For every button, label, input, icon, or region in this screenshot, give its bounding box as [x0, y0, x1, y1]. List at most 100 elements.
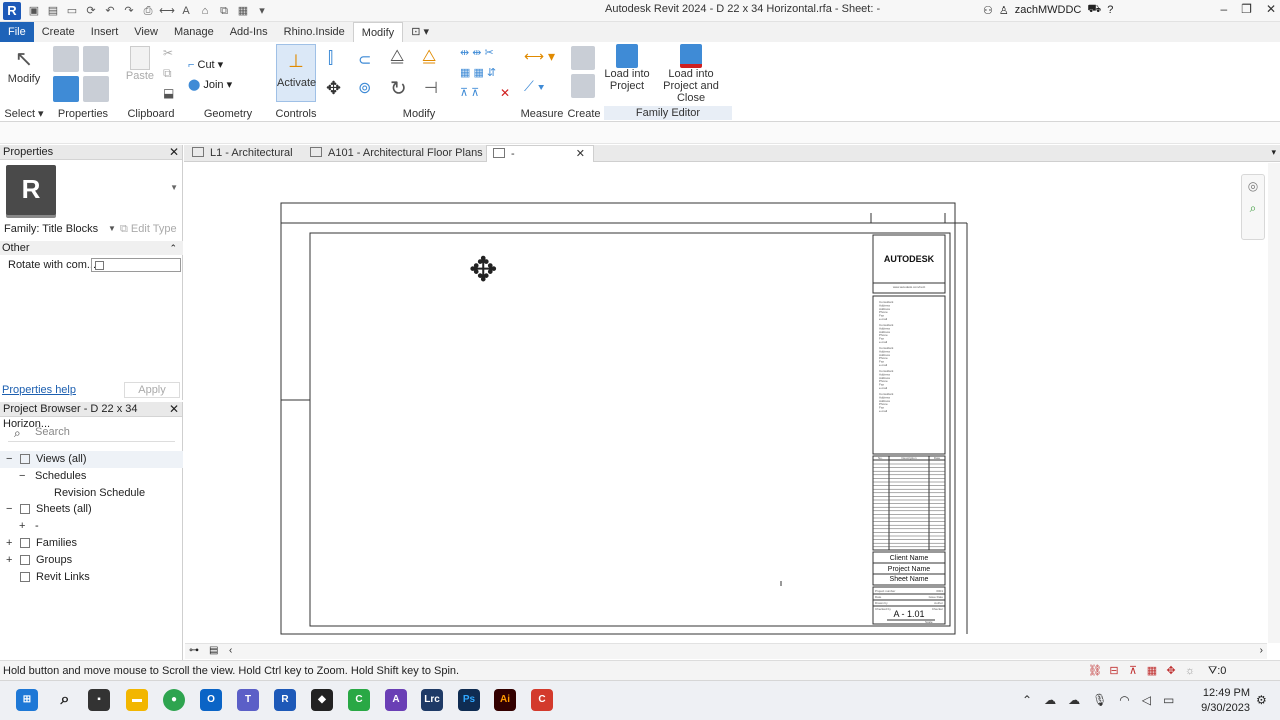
browser-tree-item[interactable]: − Schedules — [0, 468, 183, 485]
collapse-icon[interactable]: − — [6, 501, 12, 518]
selection-filter[interactable]: ⛛:0 — [1208, 661, 1226, 681]
close-icon[interactable]: ✕ — [576, 146, 585, 163]
windows-start-icon[interactable]: ⊞ — [16, 689, 38, 711]
tab-modify[interactable]: Modify — [352, 22, 404, 42]
view-tab-a101[interactable]: A101 - Architectural Floor Plans — [304, 145, 484, 162]
close-hidden-icon[interactable]: ⧉ — [216, 3, 232, 19]
rhino-icon[interactable]: ◆ — [311, 689, 333, 711]
create-similar-icon[interactable] — [571, 46, 595, 70]
text-icon[interactable]: A — [178, 3, 194, 19]
scroll-right-icon[interactable]: › — [1260, 645, 1263, 656]
cloud-sync-icon[interactable]: ☁ — [1044, 693, 1056, 707]
rotate-icon[interactable]: ↻ — [390, 76, 407, 101]
tab-view[interactable]: View — [126, 22, 166, 42]
background-process-icon[interactable]: ☼ — [1183, 664, 1197, 678]
split-icon[interactable]: ⇹ ⇹ ✂ — [460, 46, 494, 59]
chevron-down-icon[interactable]: ▼ — [170, 183, 178, 192]
rotate-checkbox[interactable] — [95, 261, 104, 270]
capture-app-icon[interactable]: C — [531, 689, 553, 711]
drawing-canvas[interactable]: AUTODESK www.autodesk.com/revit Consulta… — [185, 163, 1267, 643]
aligned-dimension-icon[interactable]: ⟷ ▾ — [524, 48, 555, 65]
illustrator-icon[interactable]: Ai — [494, 689, 516, 711]
tab-extra-dropdown[interactable]: ⊡ ▾ — [403, 22, 437, 42]
scissors-icon[interactable]: ✂ — [163, 46, 173, 60]
collapse-icon[interactable]: − — [6, 451, 12, 468]
chevron-up-icon[interactable]: ⌃ — [1022, 693, 1032, 707]
user-name[interactable]: zachMWDDC — [1015, 4, 1082, 16]
select-by-face-icon[interactable]: ▦ — [1145, 664, 1159, 678]
activate-button[interactable]: ⊥ Activate — [276, 44, 316, 102]
volume-icon[interactable]: ◁ — [1142, 693, 1151, 707]
chevron-down-icon[interactable]: ▼ — [108, 221, 116, 237]
search-icon[interactable]: ⌕ — [54, 689, 76, 711]
edit-type-button[interactable]: ⧉ Edit Type — [120, 221, 177, 237]
expand-icon[interactable]: + — [6, 535, 12, 552]
tab-create[interactable]: Create — [34, 22, 83, 42]
view-control-icon[interactable]: ⊶ — [189, 645, 199, 656]
select-pinned-icon[interactable]: ⊼ — [1126, 664, 1140, 678]
clock[interactable]: 12:49 PM 9/30/2023 — [1195, 686, 1250, 716]
pin-icon[interactable]: ⊼ ⊼ — [460, 86, 479, 99]
binoculars-icon[interactable]: ⚇ — [983, 4, 993, 17]
browser-tree-item[interactable]: + Families — [0, 535, 183, 552]
mirror-axis-icon[interactable]: ⧋ — [390, 48, 404, 66]
battery-icon[interactable]: ▭ — [1163, 693, 1174, 707]
trim-icon[interactable]: ⊣ — [424, 78, 438, 98]
microphone-icon[interactable]: 🎙︎ — [1092, 693, 1107, 707]
browser-tree-item[interactable]: − Views (all) — [0, 451, 183, 468]
notifications-icon[interactable]: ⚙ — [1256, 693, 1267, 707]
user-icon[interactable]: ♙ — [999, 4, 1009, 17]
grasshopper-icon[interactable]: C — [348, 689, 370, 711]
offset-icon[interactable]: ⊂ — [358, 50, 371, 70]
type-properties-icon[interactable] — [83, 76, 109, 102]
view-tab-sheet-active[interactable]: - ✕ — [486, 145, 594, 162]
minimize-icon[interactable]: – — [1220, 2, 1227, 16]
autocad-a-icon[interactable]: A — [385, 689, 407, 711]
expand-icon[interactable]: + — [19, 518, 25, 535]
default-3d-icon[interactable]: ⌂ — [197, 3, 213, 19]
browser-tree-item[interactable]: Revision Schedule — [0, 485, 183, 502]
browser-tree-item[interactable]: + Groups — [0, 552, 183, 569]
tab-file[interactable]: File — [0, 22, 34, 42]
chrome-icon[interactable]: ● — [163, 689, 185, 711]
scroll-left-icon[interactable]: ‹ — [229, 645, 232, 656]
load-into-project-close-button[interactable]: Load into Project and Close — [650, 44, 732, 104]
array-icon[interactable]: ▦ ▦ ⇵ — [460, 66, 496, 79]
select-links-icon[interactable]: ⛓ — [1088, 664, 1102, 678]
family-category-icon[interactable] — [83, 46, 109, 72]
tab-insert[interactable]: Insert — [83, 22, 127, 42]
file-explorer-icon[interactable]: ▬ — [126, 689, 148, 711]
param-value-cell[interactable] — [91, 258, 181, 272]
browser-search-input[interactable]: ⌕ Search — [8, 422, 175, 442]
category-other[interactable]: Other ⌃ — [0, 241, 183, 255]
sync-icon[interactable]: ⟳ — [83, 3, 99, 19]
zoom-icon[interactable]: ⌕ — [1242, 201, 1264, 216]
tab-manage[interactable]: Manage — [166, 22, 222, 42]
align-icon[interactable]: ⫿ — [328, 50, 333, 68]
home-icon[interactable]: ▣ — [26, 3, 42, 19]
tab-rhino-inside[interactable]: Rhino.Inside — [276, 22, 353, 42]
copy-icon[interactable]: ⧉ — [163, 66, 172, 81]
drag-on-selection-icon[interactable]: ✥ — [1164, 664, 1178, 678]
restore-icon[interactable]: ❐ — [1241, 2, 1252, 16]
browser-tree-item[interactable]: − Sheets (all) — [0, 501, 183, 518]
view-tab-l1-architectural[interactable]: L1 - Architectural — [186, 145, 304, 162]
open-icon[interactable]: ▤ — [45, 3, 61, 19]
close-icon[interactable]: ✕ — [169, 145, 179, 160]
onedrive-icon[interactable]: ☁ — [1068, 693, 1080, 707]
redo-icon[interactable]: ↷ — [121, 3, 137, 19]
apply-button[interactable]: Apply — [124, 382, 180, 398]
sheet-control-icon[interactable]: ▤ — [209, 645, 218, 656]
photoshop-icon[interactable]: Ps — [458, 689, 480, 711]
properties-icon[interactable] — [53, 76, 79, 102]
help-icon[interactable]: ? — [1107, 4, 1113, 16]
browser-tree-item[interactable]: + - — [0, 518, 183, 535]
tabs-overflow-icon[interactable]: ▾ — [1271, 147, 1276, 158]
tab-add-ins[interactable]: Add-Ins — [222, 22, 276, 42]
revit-app-icon[interactable]: R — [3, 2, 21, 20]
modify-button[interactable]: ↖ Modify — [6, 45, 42, 85]
teams-icon[interactable]: T — [237, 689, 259, 711]
outlook-icon[interactable]: O — [200, 689, 222, 711]
collapse-icon[interactable]: ⌃ — [169, 241, 177, 255]
horizontal-scrollbar[interactable]: ⊶ ▤ ‹ › — [185, 643, 1267, 659]
